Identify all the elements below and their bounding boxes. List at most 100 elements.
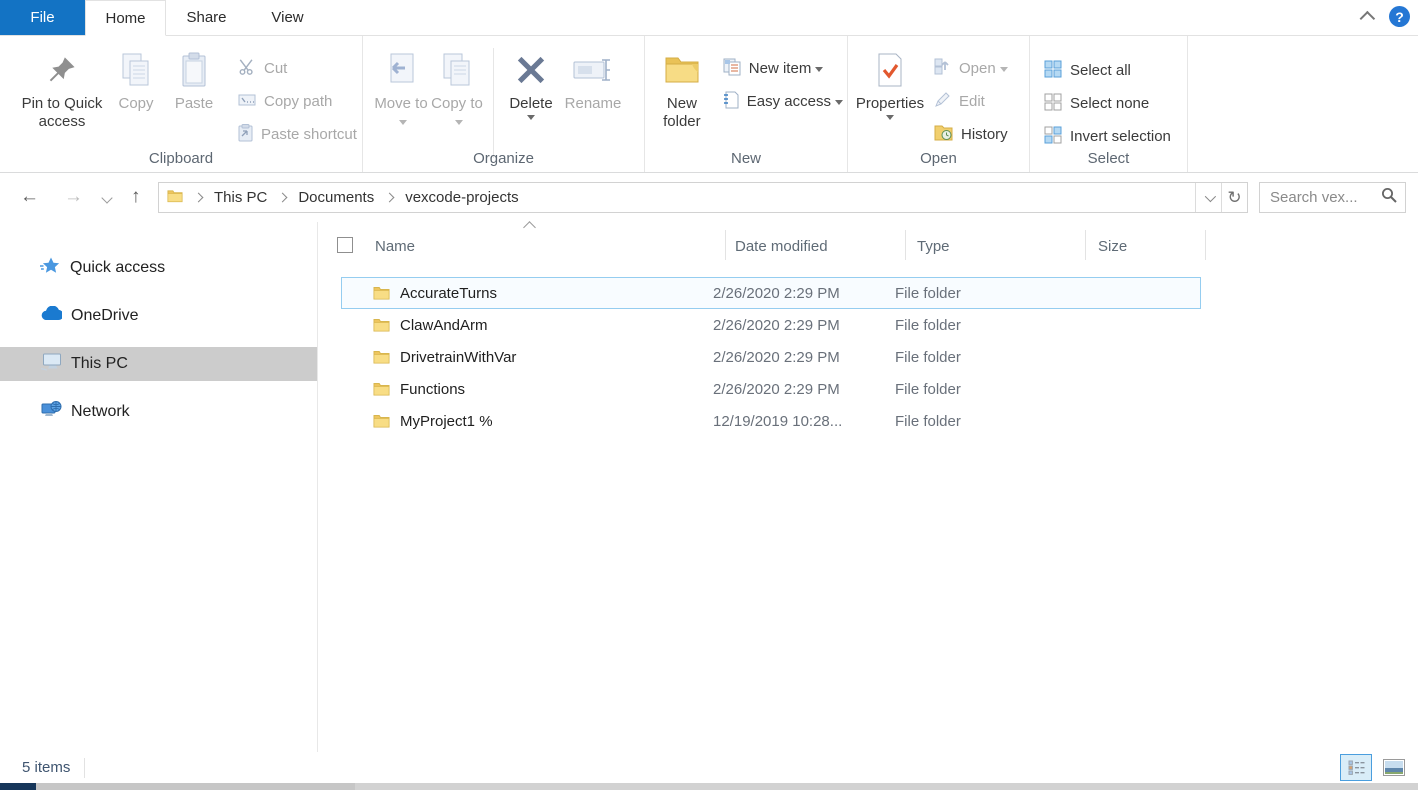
file-name: ClawAndArm bbox=[400, 317, 488, 334]
open-icon bbox=[934, 58, 951, 79]
ribbon-group-open: Properties Open Edit bbox=[848, 36, 1030, 172]
ribbon-group-organize: Move to Copy to Delete Rename bbox=[363, 36, 645, 172]
new-folder-icon bbox=[664, 48, 700, 92]
pushpin-icon bbox=[46, 48, 78, 92]
column-header-type[interactable]: Type bbox=[917, 238, 950, 255]
file-row-accurateturns[interactable]: AccurateTurns 2/26/2020 2:29 PM File fol… bbox=[341, 277, 1201, 309]
minimize-ribbon-icon[interactable] bbox=[1360, 11, 1376, 27]
divider bbox=[84, 758, 85, 778]
breadcrumb-item-current[interactable]: vexcode-projects bbox=[405, 189, 518, 206]
file-row-drivetrainwithvar[interactable]: DrivetrainWithVar 2/26/2020 2:29 PM File… bbox=[341, 341, 1201, 373]
file-row-functions[interactable]: Functions 2/26/2020 2:29 PM File folder bbox=[341, 373, 1201, 405]
delete-x-icon bbox=[514, 48, 548, 92]
file-type: File folder bbox=[895, 381, 1076, 398]
edit-button[interactable]: Edit bbox=[930, 88, 1012, 115]
history-icon bbox=[934, 124, 953, 145]
file-row-clawandarm[interactable]: ClawAndArm 2/26/2020 2:29 PM File folder bbox=[341, 309, 1201, 341]
folder-icon bbox=[167, 189, 183, 207]
file-list-pane: Name Date modified Type Size AccurateTur… bbox=[318, 222, 1418, 752]
divider bbox=[493, 48, 494, 158]
tab-view[interactable]: View bbox=[247, 0, 328, 35]
easy-access-button[interactable]: Easy access bbox=[719, 88, 847, 115]
column-header-name[interactable]: Name bbox=[375, 238, 415, 255]
back-icon[interactable]: ← bbox=[20, 185, 39, 209]
file-type: File folder bbox=[895, 349, 1076, 366]
recent-locations-chevron-icon[interactable] bbox=[101, 192, 112, 203]
file-date: 2/26/2020 2:29 PM bbox=[713, 349, 895, 366]
column-divider[interactable] bbox=[725, 230, 726, 260]
sidebar-item-this-pc[interactable]: This PC bbox=[0, 347, 317, 381]
select-all-checkbox[interactable] bbox=[337, 237, 353, 253]
file-type: File folder bbox=[895, 317, 1076, 334]
file-name: DrivetrainWithVar bbox=[400, 349, 516, 366]
column-divider[interactable] bbox=[1205, 230, 1206, 260]
file-name: MyProject1 % bbox=[400, 413, 493, 430]
scissors-icon bbox=[238, 58, 256, 80]
cut-button[interactable]: Cut bbox=[234, 55, 361, 82]
copy-icon bbox=[119, 48, 153, 92]
breadcrumb-item-documents[interactable]: Documents bbox=[298, 189, 374, 206]
tab-share[interactable]: Share bbox=[166, 0, 247, 35]
help-button[interactable]: ? bbox=[1389, 6, 1410, 27]
ribbon-spacer bbox=[1188, 36, 1418, 172]
thumbnail-view-icon bbox=[1383, 759, 1405, 776]
sidebar-item-quick-access[interactable]: Quick access bbox=[0, 251, 317, 285]
rename-icon bbox=[573, 48, 613, 92]
paste-shortcut-button[interactable]: Paste shortcut bbox=[234, 121, 361, 148]
file-type: File folder bbox=[895, 285, 1076, 302]
forward-icon[interactable]: → bbox=[64, 185, 83, 209]
group-label-new: New bbox=[645, 150, 847, 167]
select-none-icon bbox=[1044, 93, 1062, 115]
select-all-icon bbox=[1044, 60, 1062, 82]
details-view-button[interactable] bbox=[1340, 754, 1372, 781]
copy-path-button[interactable]: Copy path bbox=[234, 88, 361, 115]
ribbon: Pin to Quick access Copy Paste bbox=[0, 36, 1418, 173]
this-pc-monitor-icon bbox=[40, 352, 62, 376]
breadcrumb-separator-icon bbox=[385, 193, 395, 203]
refresh-icon: ↻ bbox=[1227, 188, 1241, 208]
ribbon-group-new: New folder New item Easy access New bbox=[645, 36, 848, 172]
breadcrumb-item-this-pc[interactable]: This PC bbox=[214, 189, 267, 206]
details-view-icon bbox=[1348, 760, 1365, 775]
tab-home[interactable]: Home bbox=[85, 0, 166, 36]
ribbon-tab-bar: File Home Share View ? bbox=[0, 0, 1418, 36]
navigation-bar: ← → ↑ This PC Documents vexcode-projects… bbox=[0, 173, 1418, 222]
select-all-button[interactable]: Select all bbox=[1040, 57, 1187, 84]
column-header-date-modified[interactable]: Date modified bbox=[735, 238, 828, 255]
column-divider[interactable] bbox=[1085, 230, 1086, 260]
folder-icon bbox=[373, 414, 390, 428]
breadcrumb-separator-icon bbox=[194, 193, 204, 203]
tab-file[interactable]: File bbox=[0, 0, 85, 35]
refresh-button[interactable]: ↻ bbox=[1221, 183, 1247, 212]
select-none-button[interactable]: Select none bbox=[1040, 90, 1187, 117]
thumbnail-view-button[interactable] bbox=[1378, 754, 1410, 781]
address-dropdown-button[interactable] bbox=[1195, 183, 1221, 212]
sidebar-item-network[interactable]: Network bbox=[0, 395, 317, 429]
copy-to-icon bbox=[440, 48, 474, 92]
dropdown-caret-icon bbox=[527, 115, 535, 120]
copy-path-icon bbox=[238, 93, 256, 111]
sidebar-item-onedrive[interactable]: OneDrive bbox=[0, 299, 317, 333]
column-header-size[interactable]: Size bbox=[1098, 238, 1127, 255]
file-type: File folder bbox=[895, 413, 1076, 430]
status-bar: 5 items bbox=[0, 752, 1418, 783]
history-button[interactable]: History bbox=[930, 121, 1012, 148]
file-row-myproject1[interactable]: MyProject1 % 12/19/2019 10:28... File fo… bbox=[341, 405, 1201, 437]
group-label-open: Open bbox=[848, 150, 1029, 167]
onedrive-cloud-icon bbox=[40, 306, 62, 326]
column-headers: Name Date modified Type Size bbox=[318, 222, 1418, 277]
folder-icon bbox=[373, 318, 390, 332]
folder-icon bbox=[373, 382, 390, 396]
sort-ascending-icon bbox=[523, 221, 536, 234]
folder-icon bbox=[373, 350, 390, 364]
up-icon[interactable]: ↑ bbox=[131, 185, 141, 209]
search-icon[interactable] bbox=[1381, 187, 1397, 208]
new-item-button[interactable]: New item bbox=[719, 55, 847, 82]
open-button[interactable]: Open bbox=[930, 55, 1012, 82]
column-divider[interactable] bbox=[905, 230, 906, 260]
invert-selection-button[interactable]: Invert selection bbox=[1040, 123, 1187, 150]
search-input[interactable] bbox=[1260, 189, 1381, 206]
file-rows: AccurateTurns 2/26/2020 2:29 PM File fol… bbox=[318, 277, 1418, 437]
address-bar[interactable]: This PC Documents vexcode-projects ↻ bbox=[158, 182, 1248, 213]
item-count-label: 5 items bbox=[22, 759, 70, 776]
